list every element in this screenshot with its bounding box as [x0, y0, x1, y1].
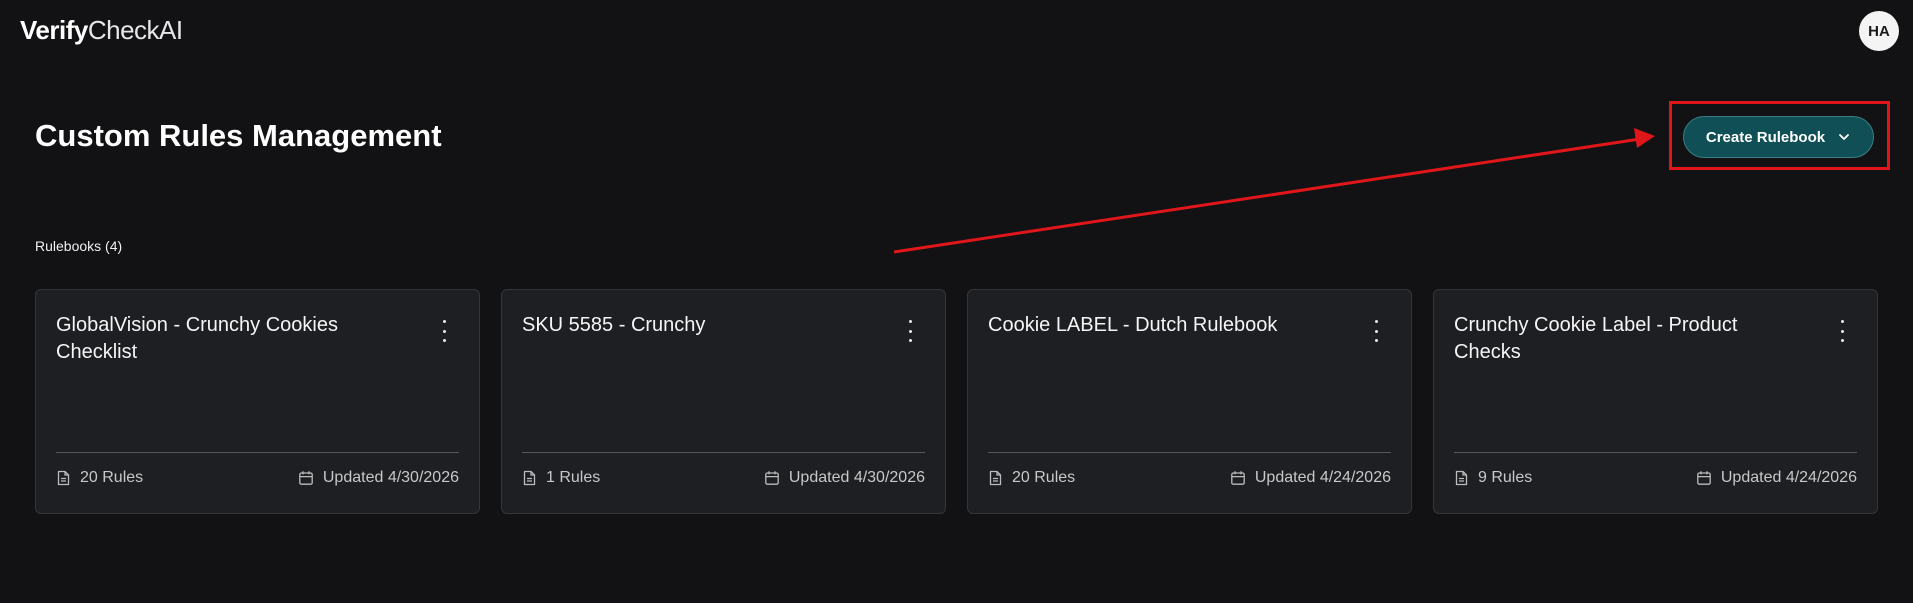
create-rulebook-button[interactable]: Create Rulebook	[1683, 116, 1874, 158]
document-icon	[1454, 470, 1469, 486]
more-vertical-icon[interactable]	[905, 320, 915, 342]
create-rulebook-label: Create Rulebook	[1705, 128, 1826, 146]
updated-date-text: Updated 4/24/2026	[1254, 469, 1391, 486]
user-avatar[interactable]: HA	[1859, 11, 1899, 51]
rule-count-text: 20 Rules	[1012, 469, 1076, 486]
chevron-down-icon	[1837, 130, 1851, 144]
rulebook-card[interactable]: Crunchy Cookie Label - Product Checks 9 …	[1433, 289, 1878, 514]
calendar-icon	[764, 470, 780, 486]
rulebook-card[interactable]: Cookie LABEL - Dutch Rulebook 20 Rules U…	[967, 289, 1412, 514]
card-divider	[56, 452, 459, 453]
page: VerifyCheckAI HA Custom Rules Management…	[0, 0, 1913, 603]
document-icon	[56, 470, 71, 486]
calendar-icon	[1230, 470, 1246, 486]
rulebook-card-title: Crunchy Cookie Label - Product Checks	[1454, 314, 1738, 363]
rulebook-card[interactable]: GlobalVision - Crunchy Cookies Checklist…	[35, 289, 480, 514]
rulebook-card-title: GlobalVision - Crunchy Cookies Checklist	[56, 314, 338, 363]
more-vertical-icon[interactable]	[439, 320, 449, 342]
logo-light-text: CheckAI	[87, 15, 183, 45]
rule-count: 1 Rules	[522, 467, 600, 489]
rule-count: 20 Rules	[988, 467, 1075, 489]
rule-count-text: 20 Rules	[80, 469, 144, 486]
rulebook-card-list: GlobalVision - Crunchy Cookies Checklist…	[35, 289, 1878, 514]
rulebook-card-title: Cookie LABEL - Dutch Rulebook	[988, 314, 1278, 336]
rule-count-text: 1 Rules	[546, 469, 601, 486]
card-divider	[988, 452, 1391, 453]
rulebook-card-title: SKU 5585 - Crunchy	[522, 314, 706, 336]
updated-date-text: Updated 4/30/2026	[788, 469, 925, 486]
logo-bold-text: Verify	[20, 15, 88, 45]
more-vertical-icon[interactable]	[1837, 320, 1847, 342]
updated-date: Updated 4/24/2026	[1696, 467, 1857, 489]
more-vertical-icon[interactable]	[1371, 320, 1381, 342]
app-logo[interactable]: VerifyCheckAI	[20, 14, 183, 46]
rulebook-card[interactable]: SKU 5585 - Crunchy 1 Rules Updated 4/30/…	[501, 289, 946, 514]
updated-date: Updated 4/30/2026	[298, 467, 459, 489]
calendar-icon	[1696, 470, 1712, 486]
rule-count: 20 Rules	[56, 467, 143, 489]
card-divider	[522, 452, 925, 453]
updated-date: Updated 4/30/2026	[764, 467, 925, 489]
card-divider	[1454, 452, 1857, 453]
rule-count-text: 9 Rules	[1478, 469, 1533, 486]
page-title: Custom Rules Management	[35, 118, 442, 153]
rule-count: 9 Rules	[1454, 467, 1532, 489]
document-icon	[988, 470, 1003, 486]
document-icon	[522, 470, 537, 486]
calendar-icon	[298, 470, 314, 486]
rulebooks-count-label: Rulebooks (4)	[35, 238, 123, 254]
updated-date: Updated 4/24/2026	[1230, 467, 1391, 489]
updated-date-text: Updated 4/30/2026	[322, 469, 459, 486]
updated-date-text: Updated 4/24/2026	[1720, 469, 1857, 486]
